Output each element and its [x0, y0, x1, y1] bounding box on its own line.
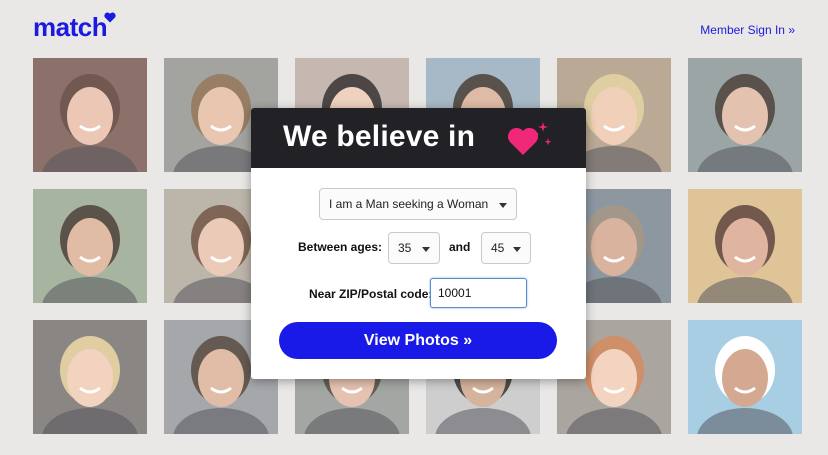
logo-heart-icon [104, 12, 116, 23]
photo-7[interactable] [33, 189, 147, 303]
profile-photo-image [33, 58, 147, 172]
profile-photo-image [33, 189, 147, 303]
heart-sparkle-icon [507, 122, 552, 155]
photo-6[interactable] [688, 58, 802, 172]
photo-12[interactable] [688, 189, 802, 303]
headline-banner: We believe in [251, 108, 586, 168]
profile-photo-image [688, 58, 802, 172]
between-ages-label: Between ages: [298, 240, 383, 254]
member-sign-in-link[interactable]: Member Sign In » [700, 23, 795, 37]
chevron-down-icon [513, 247, 521, 252]
age-min-value: 35 [398, 241, 412, 255]
chevron-down-icon [499, 203, 507, 208]
headline-text: We believe in [283, 120, 476, 153]
search-modal: We believe in I am a Man seeking a Woman… [251, 108, 586, 379]
match-logo[interactable]: match [33, 12, 108, 43]
view-photos-button[interactable]: View Photos » [279, 322, 557, 359]
profile-photo-image [688, 320, 802, 434]
age-max-select[interactable]: 45 [481, 232, 531, 264]
profile-photo-image [688, 189, 802, 303]
seeking-select[interactable]: I am a Man seeking a Woman [319, 188, 517, 220]
chevron-down-icon [422, 247, 430, 252]
seeking-select-value: I am a Man seeking a Woman [329, 197, 489, 211]
photo-18[interactable] [688, 320, 802, 434]
age-max-value: 45 [491, 241, 505, 255]
and-label: and [449, 240, 471, 254]
zip-input[interactable] [430, 278, 527, 308]
zip-label: Near ZIP/Postal code: [309, 287, 433, 301]
profile-photo-image [33, 320, 147, 434]
age-min-select[interactable]: 35 [388, 232, 440, 264]
photo-1[interactable] [33, 58, 147, 172]
photo-13[interactable] [33, 320, 147, 434]
